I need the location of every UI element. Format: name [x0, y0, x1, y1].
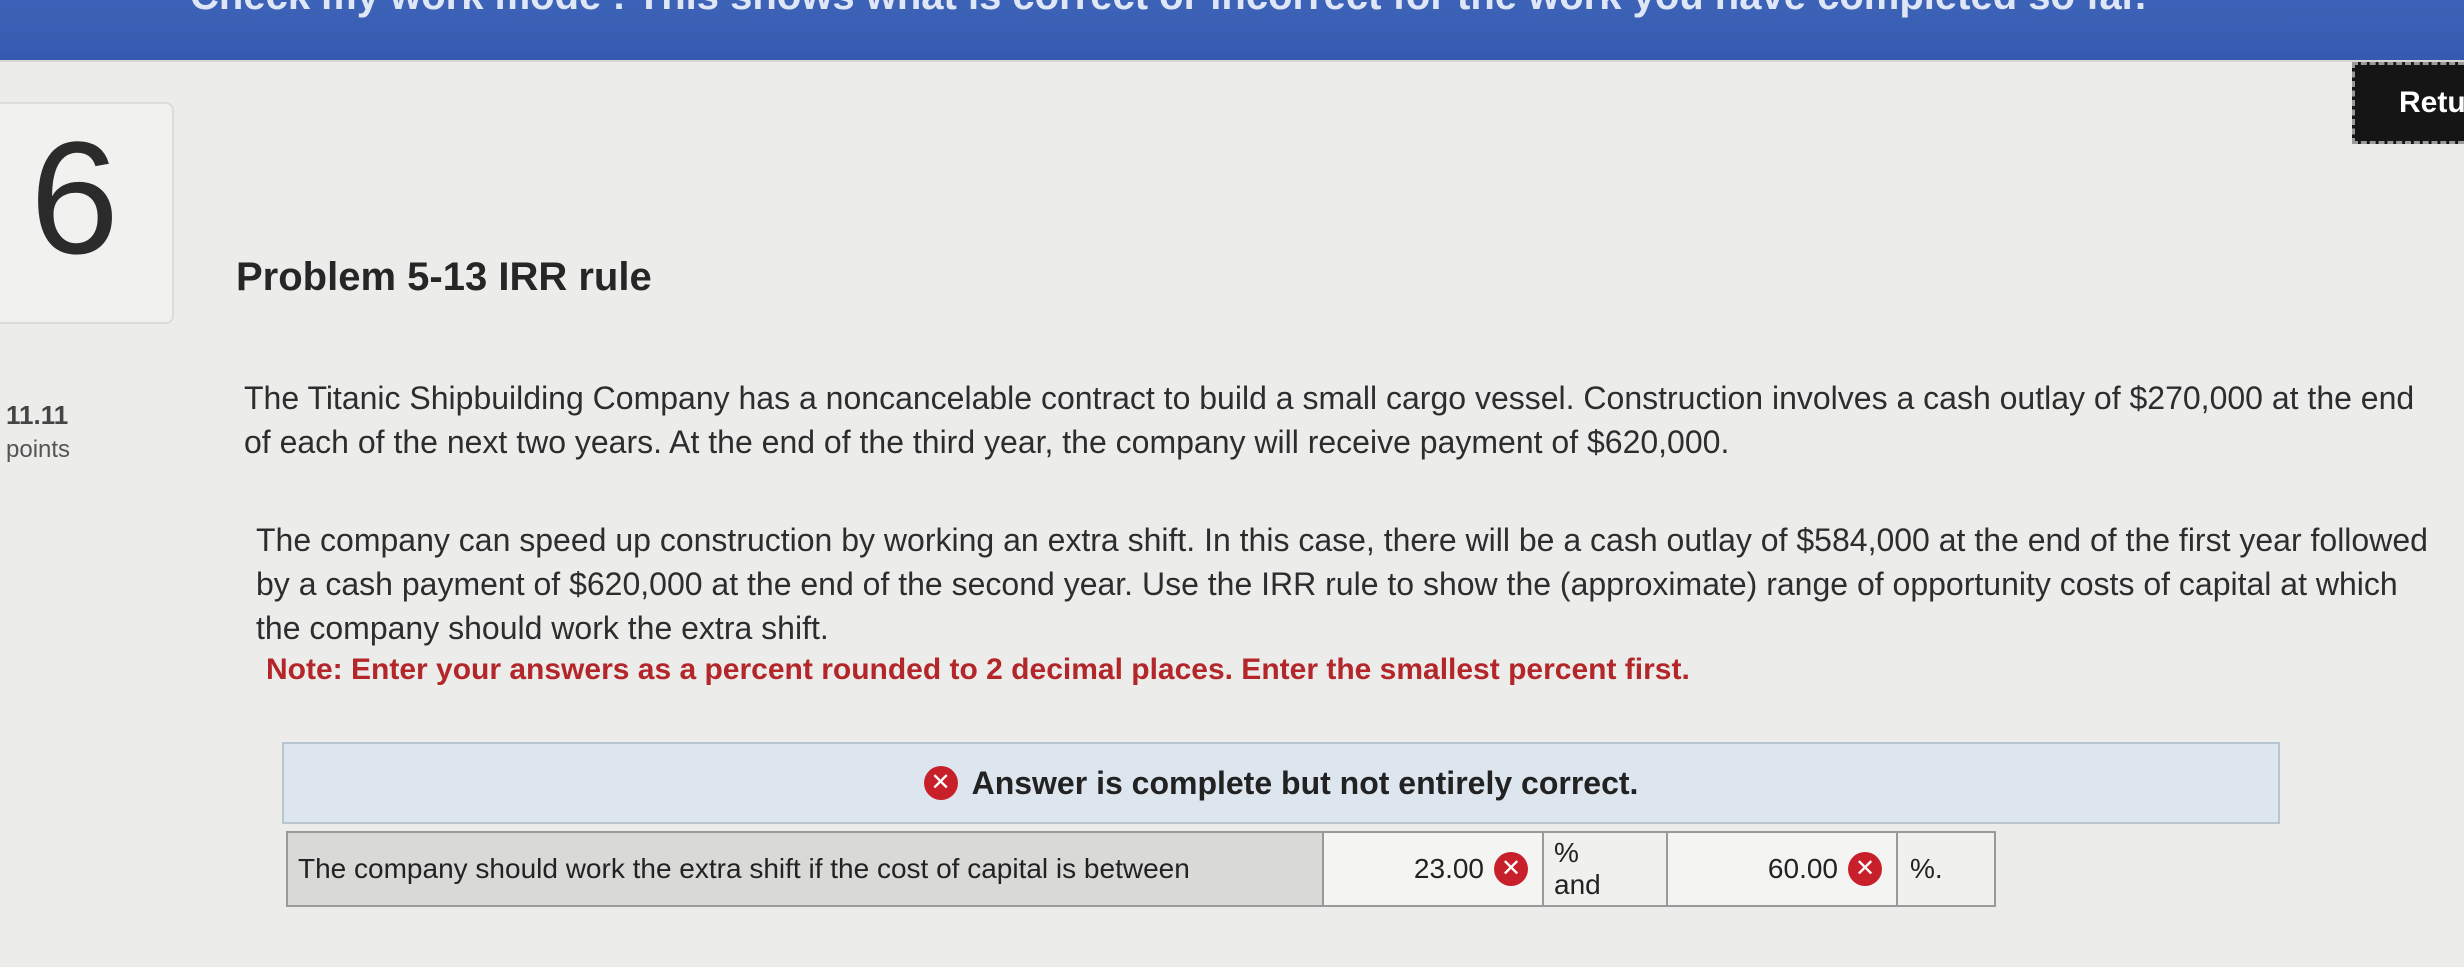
question-number: 6 — [30, 108, 119, 287]
return-button[interactable]: Retu — [2352, 62, 2464, 144]
answer-input-2[interactable]: 60.00 ✕ — [1668, 833, 1898, 905]
answer-row: The company should work the extra shift … — [286, 831, 1996, 907]
points-value: 11.11 — [6, 400, 69, 430]
incorrect-x-icon: ✕ — [1848, 852, 1882, 886]
percent-unit-2: %. — [1898, 833, 1994, 905]
answer-input-1-value: 23.00 — [1413, 853, 1484, 884]
incorrect-x-icon: ✕ — [923, 766, 958, 800]
answer-note: Note: Enter your answers as a percent ro… — [266, 653, 1690, 686]
return-button-label: Retu — [2399, 86, 2464, 119]
incorrect-x-icon: ✕ — [1494, 852, 1528, 886]
problem-title: Problem 5-13 IRR rule — [236, 255, 652, 299]
problem-paragraph-1: The Titanic Shipbuilding Company has a n… — [244, 380, 2415, 460]
answer-input-1[interactable]: 23.00 ✕ — [1324, 833, 1544, 905]
banner-text: Check my work mode : This shows what is … — [190, 0, 2146, 19]
answer-input-2-value: 60.00 — [1767, 853, 1838, 884]
points-label: points — [6, 436, 71, 463]
answer-status-header: ✕ Answer is complete but not entirely co… — [282, 742, 2280, 824]
problem-paragraph-2: The company can speed up construction by… — [256, 522, 2428, 646]
unit-and-connector: % and — [1544, 833, 1668, 905]
percent-unit-1: % — [1554, 837, 1579, 868]
answer-status-text: Answer is complete but not entirely corr… — [971, 764, 1639, 801]
connector-text: and — [1554, 869, 1601, 900]
answer-row-label: The company should work the extra shift … — [288, 833, 1324, 905]
